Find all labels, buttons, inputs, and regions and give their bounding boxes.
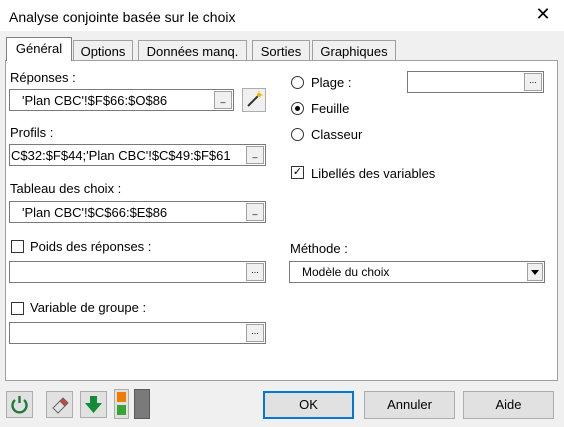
close-icon[interactable]: ✕ (533, 4, 553, 24)
group-variable-field[interactable]: ... (9, 322, 266, 344)
eraser-button[interactable] (46, 391, 73, 418)
cancel-button[interactable]: Annuler (364, 391, 455, 419)
ok-button[interactable]: OK (263, 391, 354, 419)
profiles-label: Profils : (10, 125, 54, 140)
variable-labels-checkbox[interactable]: ✓ (291, 166, 304, 179)
cancel-label: Annuler (387, 397, 432, 412)
weights-checkbox[interactable] (11, 240, 24, 253)
magic-wand-icon (247, 91, 263, 107)
method-label: Méthode : (290, 241, 348, 256)
profiles-range-button[interactable]: _ (246, 146, 264, 164)
eraser-icon (52, 397, 69, 414)
workbook-radio[interactable] (291, 128, 304, 141)
ok-label: OK (299, 397, 318, 412)
workbook-label: Classeur (311, 127, 363, 142)
method-value: Modèle du choix (302, 265, 390, 279)
tab-charts-label: Graphiques (320, 44, 388, 59)
reset-button[interactable] (6, 391, 33, 418)
range-output-button[interactable]: ... (524, 73, 542, 91)
splitter-handle[interactable] (134, 389, 150, 419)
weights-range-button[interactable]: ... (246, 263, 264, 281)
profiles-field[interactable]: C$32:$F$44;'Plan CBC'!$C$49:$F$61 _ (9, 144, 266, 166)
sheet-radio[interactable] (291, 102, 304, 115)
range-label: Plage : (311, 75, 352, 90)
tab-options[interactable]: Options (73, 40, 133, 61)
profiles-value: C$32:$F$44;'Plan CBC'!$C$49:$F$61 (11, 148, 231, 163)
choice-table-value: 'Plan CBC'!$C$66:$E$86 (22, 205, 168, 220)
orange-square-icon (117, 392, 126, 402)
help-label: Aide (495, 397, 522, 412)
sheet-label: Feuille (311, 101, 350, 116)
responses-value: 'Plan CBC'!$F$66:$O$86 (22, 93, 168, 108)
responses-range-button[interactable]: _ (214, 91, 232, 109)
tab-charts[interactable]: Graphiques (312, 40, 396, 61)
sheet-radio-dot (295, 106, 300, 111)
tab-outputs-label: Sorties (260, 44, 302, 59)
range-output-field[interactable]: ... (407, 71, 544, 93)
tab-outputs[interactable]: Sorties (252, 40, 310, 61)
down-arrow-icon (85, 396, 102, 413)
download-button[interactable] (80, 391, 107, 418)
responses-label: Réponses : (10, 70, 76, 85)
chevron-down-icon[interactable] (527, 263, 543, 281)
tab-missing-data-label: Données manq. (146, 44, 239, 59)
group-variable-label: Variable de groupe : (30, 300, 147, 315)
choice-table-range-button[interactable]: _ (246, 203, 264, 221)
weights-label: Poids des réponses : (30, 239, 152, 254)
choice-table-label: Tableau des choix : (10, 181, 122, 196)
variable-labels-label: Libellés des variables (311, 166, 436, 181)
magic-wand-button[interactable] (242, 88, 266, 112)
checkmark-icon: ✓ (292, 166, 303, 178)
method-select[interactable]: Modèle du choix (289, 261, 545, 283)
responses-field[interactable]: 'Plan CBC'!$F$66:$O$86 _ (9, 89, 234, 111)
tab-general-label: Général (15, 41, 63, 56)
group-variable-range-button[interactable]: ... (246, 324, 264, 342)
layout-toggle-button[interactable] (114, 389, 129, 419)
help-button[interactable]: Aide (463, 391, 554, 419)
tab-options-label: Options (80, 44, 126, 59)
weights-field[interactable]: ... (9, 261, 266, 283)
tab-missing-data[interactable]: Données manq. (138, 40, 247, 61)
group-variable-checkbox[interactable] (11, 302, 24, 315)
green-square-icon (117, 405, 126, 415)
tab-general[interactable]: Général (6, 37, 72, 61)
choice-table-field[interactable]: 'Plan CBC'!$C$66:$E$86 _ (9, 201, 266, 223)
range-radio[interactable] (291, 76, 304, 89)
refresh-icon (11, 396, 28, 414)
window-title: Analyse conjointe basée sur le choix (9, 9, 236, 25)
